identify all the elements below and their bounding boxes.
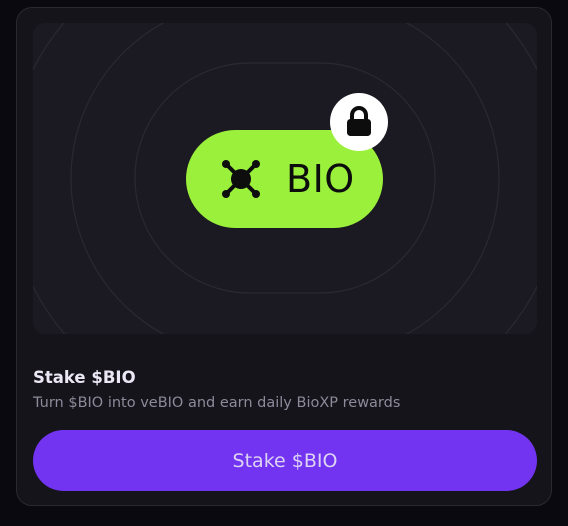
card-subtitle: Turn $BIO into veBIO and earn daily BioX… [33,395,401,411]
token-label: BIO [286,157,355,201]
hero-illustration: BIO [33,23,537,334]
stake-card: BIO Stake $BIO Turn $BIO into veBIO and … [16,7,552,506]
card-title: Stake $BIO [33,368,136,387]
lock-badge [330,93,388,151]
lock-icon [347,106,371,136]
stake-button[interactable]: Stake $BIO [33,430,537,491]
bio-bug-icon [222,160,260,198]
